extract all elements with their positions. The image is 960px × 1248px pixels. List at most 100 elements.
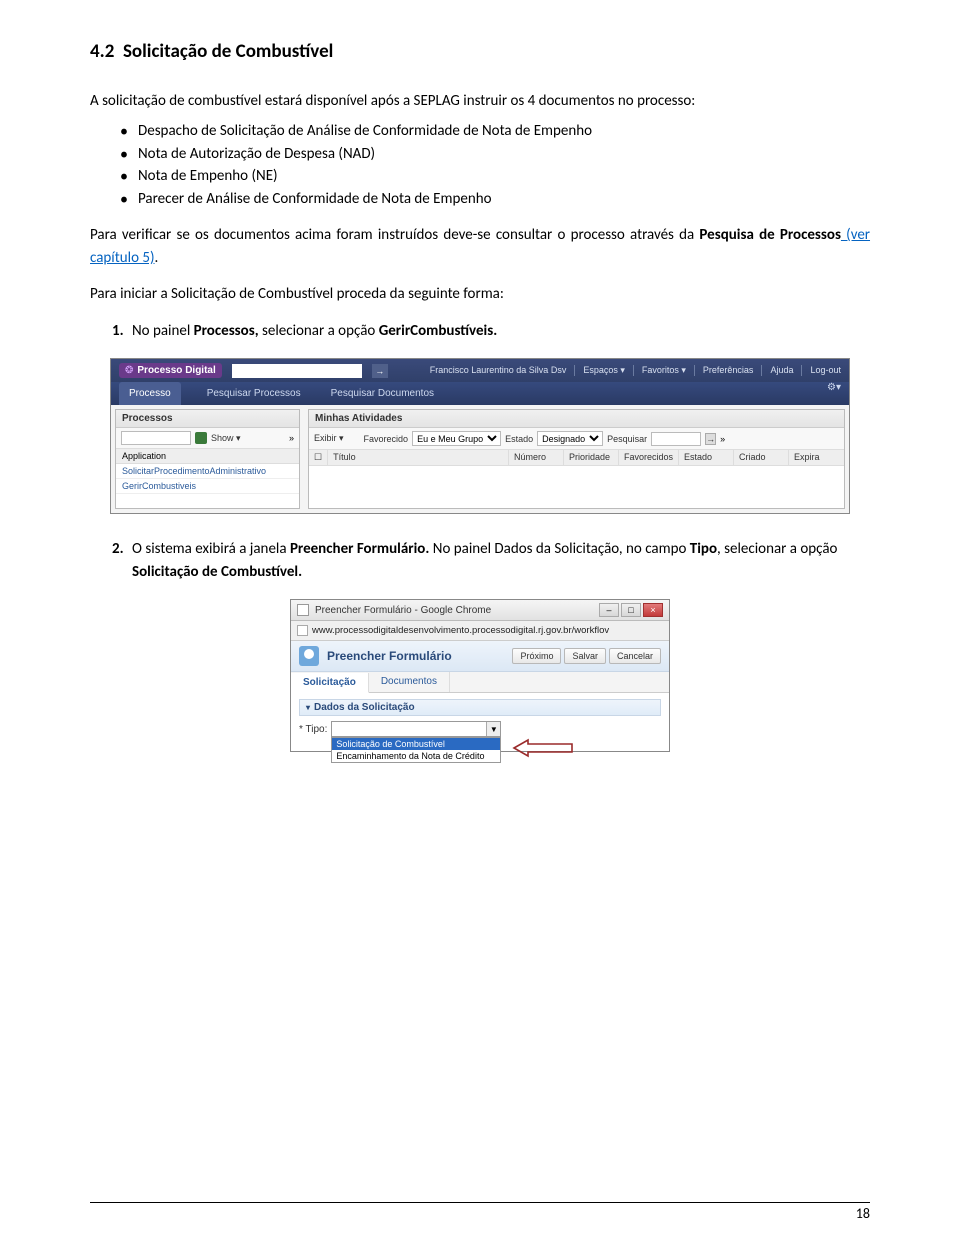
screenshot-processo-digital: ❂ Processo Digital → Francisco Laurentino… xyxy=(110,358,850,514)
text: Para verificar se os documentos acima fo… xyxy=(90,226,699,244)
col-numero[interactable]: Número xyxy=(509,450,564,465)
tipo-dropdown[interactable]: ▼ Solicitação de Combustível Encaminhame… xyxy=(331,721,501,737)
text: No painel Dados da Solicitação, no campo xyxy=(429,540,689,558)
text-bold: Processos, xyxy=(194,322,259,340)
pesquisar-input[interactable] xyxy=(651,432,701,446)
bullet-item: Despacho de Solicitação de Análise de Co… xyxy=(120,120,870,143)
form-title: Preencher Formulário xyxy=(327,649,452,663)
user-icon xyxy=(299,646,319,666)
list-header: Application xyxy=(116,449,299,464)
app-logo[interactable]: ❂ Processo Digital xyxy=(119,363,222,378)
chevron-down-icon: ▾ xyxy=(306,703,310,712)
top-link[interactable]: Espaços ▾ xyxy=(574,365,625,376)
text-bold: Tipo xyxy=(690,540,717,558)
play-icon[interactable] xyxy=(195,432,207,444)
section-header[interactable]: ▾ Dados da Solicitação xyxy=(299,699,661,716)
current-user[interactable]: Francisco Laurentino da Silva Dsv xyxy=(422,365,567,376)
col-expira[interactable]: Expira xyxy=(789,450,844,465)
main-content-row: Processos Show ▾ » Application Solicitar… xyxy=(111,405,849,513)
col-estado[interactable]: Estado xyxy=(679,450,734,465)
global-search-input[interactable] xyxy=(232,364,362,378)
annotation-arrow xyxy=(514,738,584,767)
dropdown-selected[interactable]: ▼ xyxy=(331,721,501,737)
text-bold: Preencher Formulário. xyxy=(290,540,429,558)
table-header-row: ☐ Título Número Prioridade Favorecidos E… xyxy=(309,450,844,466)
page-favicon xyxy=(297,604,309,616)
maximize-button[interactable]: □ xyxy=(621,603,641,617)
page-number: 18 xyxy=(90,1205,870,1222)
col-check[interactable]: ☐ xyxy=(309,450,328,465)
bullet-item: Nota de Empenho (NE) xyxy=(120,165,870,188)
minimize-button[interactable]: – xyxy=(599,603,619,617)
address-bar[interactable]: www.processodigitaldesenvolvimento.proce… xyxy=(291,621,669,641)
tab-processo[interactable]: Processo xyxy=(119,382,181,405)
screenshot-preencher-formulario: Preencher Formulário - Google Chrome – □… xyxy=(290,599,670,752)
top-link[interactable]: Log-out xyxy=(801,365,841,376)
top-link[interactable]: Favoritos ▾ xyxy=(633,365,686,376)
salvar-button[interactable]: Salvar xyxy=(564,648,606,664)
option-solicitacao-combustivel[interactable]: Solicitação de Combustível xyxy=(332,738,500,750)
bullet-item: Nota de Autorização de Despesa (NAD) xyxy=(120,143,870,166)
caret-icon: ▼ xyxy=(486,722,500,736)
subtab-documentos[interactable]: Documentos xyxy=(369,672,450,692)
filter-input[interactable] xyxy=(121,431,191,445)
cancelar-button[interactable]: Cancelar xyxy=(609,648,661,664)
favorecido-label: Favorecido xyxy=(364,434,409,444)
subtab-solicitacao[interactable]: Solicitação xyxy=(291,673,369,693)
instruction-lead: Para iniciar a Solicitação de Combustíve… xyxy=(90,283,870,306)
expand-icon[interactable]: » xyxy=(289,433,294,443)
text: O sistema exibirá a janela xyxy=(132,540,290,558)
section-title: Dados da Solicitação xyxy=(314,702,415,713)
close-button[interactable]: × xyxy=(643,603,663,617)
section-number: 4.2 xyxy=(90,40,114,63)
main-tabbar: Processo Pesquisar Processos Pesquisar D… xyxy=(111,382,849,405)
screenshot-1-wrap: ❂ Processo Digital → Francisco Laurentino… xyxy=(90,358,870,514)
top-right-links: Francisco Laurentino da Silva Dsv Espaço… xyxy=(422,365,841,376)
col-criado[interactable]: Criado xyxy=(734,450,789,465)
search-go-button[interactable]: → xyxy=(372,364,388,378)
step-1: 1. No painel Processos, selecionar a opç… xyxy=(112,320,870,343)
tab-pesquisar-processos[interactable]: Pesquisar Processos xyxy=(203,382,305,405)
page-icon xyxy=(297,625,308,636)
expand-icon[interactable]: » xyxy=(720,434,725,444)
pesquisar-label: Pesquisar xyxy=(607,434,647,444)
window-title: Preencher Formulário - Google Chrome xyxy=(315,605,593,616)
browser-titlebar: Preencher Formulário - Google Chrome – □… xyxy=(291,600,669,621)
top-link[interactable]: Ajuda xyxy=(761,365,793,376)
show-dropdown[interactable]: Show ▾ xyxy=(211,433,241,444)
app-topbar: ❂ Processo Digital → Francisco Laurentino… xyxy=(111,359,849,382)
list-item-gerircombustiveis[interactable]: GerirCombustiveis xyxy=(116,479,299,494)
option-encaminhamento-nota[interactable]: Encaminhamento da Nota de Crédito xyxy=(332,750,500,762)
list-item[interactable]: SolicitarProcedimentoAdministrativo xyxy=(116,464,299,479)
steps-list-1: 1. No painel Processos, selecionar a opç… xyxy=(90,320,870,343)
tipo-label: * Tipo: xyxy=(299,724,327,735)
processos-panel: Processos Show ▾ » Application Solicitar… xyxy=(115,409,300,509)
dropdown-options: Solicitação de Combustível Encaminhament… xyxy=(331,737,501,763)
process-list: Application SolicitarProcedimentoAdminis… xyxy=(116,449,299,494)
proximo-button[interactable]: Próximo xyxy=(512,648,561,664)
top-link[interactable]: Preferências xyxy=(694,365,754,376)
search-go-button[interactable]: → xyxy=(705,433,716,445)
gear-icon[interactable]: ⚙▾ xyxy=(827,382,841,405)
form-section: ▾ Dados da Solicitação * Tipo: ▼ Solicit… xyxy=(291,693,669,751)
panel-title: Processos xyxy=(116,410,299,428)
exibir-dropdown[interactable]: Exibir ▾ xyxy=(314,433,344,444)
section-title-text: Solicitação de Combustível xyxy=(123,40,333,63)
favorecido-select[interactable]: Eu e Meu Grupo xyxy=(412,431,501,446)
brand-text: Processo Digital xyxy=(137,365,215,376)
tab-pesquisar-documentos[interactable]: Pesquisar Documentos xyxy=(327,382,438,405)
form-subtabs: Solicitação Documentos xyxy=(291,672,669,693)
estado-select[interactable]: Designado xyxy=(537,431,603,446)
col-favorecidos[interactable]: Favorecidos xyxy=(619,450,679,465)
sun-icon: ❂ xyxy=(125,365,133,376)
col-prioridade[interactable]: Prioridade xyxy=(564,450,619,465)
step-number: 2. xyxy=(112,538,124,561)
table-body-empty xyxy=(309,466,844,508)
estado-label: Estado xyxy=(505,434,533,444)
panel-toolbar: Show ▾ » xyxy=(116,428,299,449)
tipo-field-row: * Tipo: ▼ Solicitação de Combustível Enc… xyxy=(299,721,661,737)
form-buttons: Próximo Salvar Cancelar xyxy=(512,648,661,664)
col-titulo[interactable]: Título xyxy=(328,450,509,465)
panel-title: Minhas Atividades xyxy=(309,410,844,428)
page-footer: 18 xyxy=(90,1202,870,1222)
